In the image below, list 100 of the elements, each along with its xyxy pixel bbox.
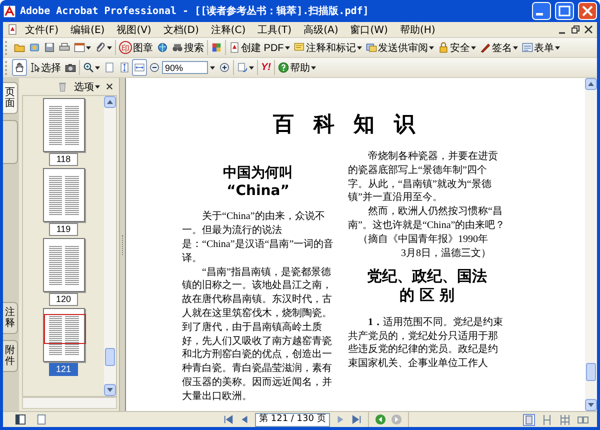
menu-item[interactable]: 窗口(W): [345, 22, 393, 36]
menu-item[interactable]: 帮助(H): [394, 22, 440, 36]
previous-page-button[interactable]: [239, 414, 250, 425]
page-title: 百 科 知 识: [272, 111, 416, 138]
caret-icon: [95, 66, 100, 70]
select-tool-button[interactable]: 选择: [27, 59, 63, 76]
page-thumbnail[interactable]: [42, 168, 84, 222]
viewport-frame[interactable]: [44, 314, 86, 344]
page-thumbnail[interactable]: [42, 238, 84, 292]
hand-tool-button[interactable]: [12, 59, 27, 76]
scroll-thumb[interactable]: [105, 348, 115, 366]
pdf-icon: [229, 42, 240, 53]
page-number: 121: [48, 363, 78, 376]
page-number-field[interactable]: 第 121 / 130 页: [255, 412, 330, 426]
continuous-button[interactable]: [541, 414, 553, 426]
print-icon: [59, 42, 70, 53]
paragraph: “昌南”指昌南镇，是瓷都景德镇的旧称之一。该地处昌江之南，故在唐代称昌南镇。东汉时代，古人就在这里筑窑伐木，烧制陶瓷。到了唐代，由于昌南镇高岭土质好，先人们又吸收了南方越窑青瓷和北方刑窑白瓷的优点，创造出一种青白瓷。青白瓷晶莹滋润，素有假玉器的美称。因而远近闻名，并大量出口欧洲。: [182, 266, 333, 404]
page-thumbnail[interactable]: [42, 308, 84, 362]
review-icon: [366, 42, 377, 53]
panel-tab[interactable]: 附件: [3, 340, 18, 372]
zoom-icon: [83, 62, 94, 73]
close-icon[interactable]: [106, 83, 113, 90]
article-heading: 党纪、政纪、国法 的 区 别: [366, 266, 488, 306]
last-page-button[interactable]: [350, 414, 362, 425]
organizer-icon: [29, 42, 40, 53]
toolbar-logo-button[interactable]: Y!: [259, 59, 273, 76]
document-scrollbar[interactable]: [585, 78, 597, 411]
caret-icon: [470, 46, 476, 50]
caret-icon: [428, 46, 434, 50]
help-button[interactable]: 帮助: [276, 59, 318, 76]
menu-item[interactable]: 高级(A): [298, 22, 344, 36]
page-thumbnail[interactable]: [42, 98, 84, 152]
page-icon[interactable]: [36, 414, 47, 425]
citation-line: （摘自《中国青年报》1990年: [357, 232, 489, 247]
panel-scrollbar[interactable]: [104, 96, 116, 396]
single-page-button[interactable]: [523, 414, 535, 426]
page-number: 119: [49, 223, 78, 236]
comment-button[interactable]: 注释和标记: [292, 39, 364, 56]
page-icon: [104, 62, 115, 73]
comment-icon: [294, 42, 305, 53]
pen-icon: [480, 42, 491, 53]
panel-toggle-icon[interactable]: [15, 414, 26, 425]
rotate-icon: [237, 62, 248, 73]
scroll-down-button[interactable]: [585, 399, 597, 411]
form-icon: [522, 42, 533, 53]
security-button[interactable]: 安全: [436, 39, 478, 56]
caret-icon: [95, 84, 100, 88]
fitwidth-icon: [134, 62, 145, 73]
scroll-up-button[interactable]: [585, 78, 597, 90]
create-pdf-button[interactable]: 创建 PDF: [227, 39, 292, 56]
scroll-up-button[interactable]: [104, 96, 116, 108]
colors-icon: [211, 42, 222, 53]
first-page-button[interactable]: [223, 414, 234, 425]
caret-icon: [284, 46, 290, 50]
panel-tab[interactable]: 注释: [3, 302, 18, 334]
caret-icon: [107, 46, 112, 50]
page-number: 118: [49, 153, 78, 166]
maximize-button[interactable]: [555, 2, 574, 20]
options-button[interactable]: 选项: [72, 78, 102, 95]
menu-item[interactable]: 工具(T): [252, 22, 297, 36]
page-number: 120: [48, 293, 78, 306]
binoculars-icon: [172, 42, 183, 53]
horizontal-scrollbar[interactable]: [22, 397, 117, 409]
menu-item[interactable]: 视图(V): [112, 22, 156, 36]
article-heading: 中国为何叫 “China”: [222, 164, 294, 200]
window-title: Adobe Acrobat Professional - [[读者参考丛书：辑萃].扫描版.pdf]: [20, 4, 370, 18]
menu-item[interactable]: 文档(D): [158, 22, 204, 36]
zoom-field[interactable]: 90%: [162, 61, 208, 74]
minimize-button[interactable]: [532, 2, 551, 20]
paragraph: 帝烧制各种瓷器，并要在进贡的瓷器底部写上“景德年制”四个字。从此，“昌南镇”就改为“景德镇”并一直沿用至今。: [348, 150, 499, 206]
scroll-down-button[interactable]: [104, 384, 116, 396]
caret-icon: [249, 66, 254, 70]
clip-icon: [95, 42, 106, 53]
sign-button[interactable]: 签名: [478, 39, 520, 56]
facing-continuous-button[interactable]: [559, 414, 571, 426]
search-button[interactable]: 搜索: [170, 39, 206, 56]
document-icon: [7, 24, 18, 35]
citation-line: 3月8日，温德三文）: [400, 246, 492, 261]
menu-item[interactable]: 编辑(E): [66, 22, 110, 36]
menu-item[interactable]: 文件(F): [20, 22, 64, 36]
back-button[interactable]: [374, 414, 386, 425]
caret-icon: [554, 46, 560, 50]
menu-item[interactable]: 注释(C): [206, 22, 251, 36]
close-button[interactable]: [584, 25, 593, 34]
stamp-button[interactable]: 印 图章: [117, 39, 155, 56]
restore-button[interactable]: [571, 25, 580, 34]
paragraph: 1．适用范围不同。党纪是约束共产党员的，党纪处分只适用于那些违反党的纪律的党员。政纪是约束国家机关、企事业单位工作人: [348, 316, 504, 371]
fit-width-button[interactable]: [132, 59, 147, 76]
zoomin-icon: [219, 62, 230, 73]
cursor-icon: [29, 62, 40, 73]
caret-icon: [512, 46, 518, 50]
facing-button[interactable]: [577, 414, 589, 426]
lock-icon: [438, 42, 449, 53]
app-icon: [3, 4, 16, 18]
save-icon: [44, 42, 55, 53]
panel-tab[interactable]: 页面: [3, 82, 18, 114]
review-button[interactable]: 发送供审阅: [364, 39, 436, 56]
forms-button[interactable]: 表单: [520, 39, 562, 56]
scroll-thumb[interactable]: [586, 363, 596, 381]
folder-icon: [14, 42, 25, 53]
